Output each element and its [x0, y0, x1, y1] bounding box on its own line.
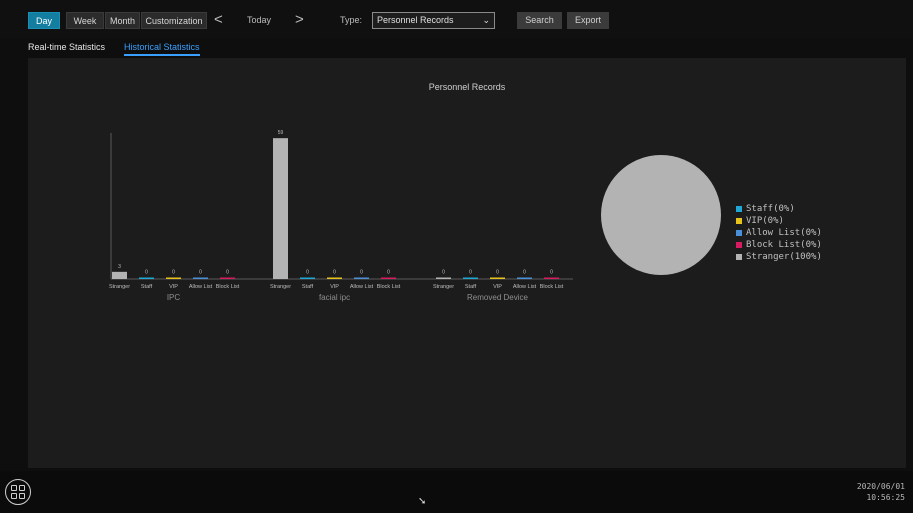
- category-tick-label: Block List: [540, 284, 564, 290]
- group-label: facial ipc: [319, 293, 350, 302]
- category-tick-label: VIP: [493, 284, 502, 290]
- period-month-button[interactable]: Month: [105, 12, 140, 29]
- category-tick-label: Stranger: [109, 284, 130, 290]
- bar[interactable]: [193, 277, 208, 280]
- bar[interactable]: [273, 138, 288, 279]
- legend-label: Allow List(0%): [746, 228, 822, 238]
- category-tick-label: Block List: [216, 284, 240, 290]
- bar-value-label: 0: [469, 270, 472, 276]
- bar-value-label: 0: [226, 270, 229, 276]
- bar[interactable]: [381, 277, 396, 280]
- legend-swatch: [736, 206, 742, 212]
- bar-value-label: 0: [442, 270, 445, 276]
- bar[interactable]: [166, 277, 181, 280]
- category-tick-label: Staff: [302, 284, 314, 290]
- bar[interactable]: [463, 277, 478, 280]
- bar-value-label: 0: [333, 270, 336, 276]
- category-tick-label: Allow List: [513, 284, 537, 290]
- category-tick-label: Allow List: [189, 284, 213, 290]
- period-day-button[interactable]: Day: [28, 12, 60, 29]
- active-tab-underline: [124, 54, 200, 56]
- group-label: Removed Device: [467, 293, 528, 302]
- legend-item[interactable]: Stranger(100%): [736, 251, 822, 263]
- legend-label: Staff(0%): [746, 204, 795, 214]
- bar-value-label: 0: [360, 270, 363, 276]
- taskbar: 2020/06/01 10:56:25: [0, 471, 913, 513]
- bar-value-label: 0: [496, 270, 499, 276]
- legend-swatch: [736, 254, 742, 260]
- pie-legend: Staff(0%) VIP(0%) Allow List(0%) Block List…: [736, 203, 822, 263]
- next-day-icon[interactable]: >: [295, 11, 304, 28]
- category-tick-label: Stranger: [433, 284, 454, 290]
- chart-panel: Personnel Records 3 Stranger 0 Staff 0 VIP 0 Al…: [28, 58, 906, 468]
- clock: 2020/06/01 10:56:25: [857, 481, 905, 503]
- category-tick-label: Block List: [377, 284, 401, 290]
- type-select-value: Personnel Records: [377, 15, 454, 25]
- legend-label: Block List(0%): [746, 240, 822, 250]
- pie-chart: [601, 155, 721, 275]
- bar-value-label: 0: [387, 270, 390, 276]
- bar-value-label: 0: [550, 270, 553, 276]
- tab-historical-statistics[interactable]: Historical Statistics: [124, 40, 200, 56]
- tab-realtime-label: Real-time Statistics: [28, 42, 106, 52]
- period-customization-button[interactable]: Customization: [141, 12, 207, 29]
- category-tick-label: Allow List: [350, 284, 374, 290]
- bar-chart: 3 Stranger 0 Staff 0 VIP 0 Allow List 0 Block Lis…: [109, 130, 573, 302]
- bar[interactable]: [354, 277, 369, 280]
- today-button[interactable]: Today: [247, 12, 271, 29]
- group-label: IPC: [167, 293, 181, 302]
- tab-historical-label: Historical Statistics: [124, 42, 200, 52]
- bar[interactable]: [544, 277, 559, 280]
- period-week-button[interactable]: Week: [66, 12, 104, 29]
- category-tick-label: Staff: [465, 284, 477, 290]
- bar[interactable]: [220, 277, 235, 280]
- search-button[interactable]: Search: [517, 12, 562, 29]
- pie-slice[interactable]: [601, 155, 721, 275]
- legend-swatch: [736, 242, 742, 248]
- prev-day-icon[interactable]: <: [214, 11, 223, 28]
- clock-date: 2020/06/01: [856, 482, 905, 491]
- bar-value-label: 0: [306, 270, 309, 276]
- bar-value-label: 0: [523, 270, 526, 276]
- category-tick-label: Stranger: [270, 284, 291, 290]
- bar-value-label: 0: [145, 270, 148, 276]
- legend-item[interactable]: Block List(0%): [736, 239, 822, 251]
- mouse-pointer-icon: ➘: [418, 496, 427, 507]
- bar[interactable]: [517, 277, 532, 280]
- category-tick-label: VIP: [169, 284, 178, 290]
- legend-label: Stranger(100%): [746, 252, 822, 262]
- main-menu-icon[interactable]: [5, 479, 31, 505]
- clock-time: 10:56:25: [866, 493, 905, 502]
- category-tick-label: Staff: [141, 284, 153, 290]
- legend-item[interactable]: Allow List(0%): [736, 227, 822, 239]
- legend-label: VIP(0%): [746, 216, 784, 226]
- category-tick-label: VIP: [330, 284, 339, 290]
- toolbar: Day Week Month Customization < Today > T…: [0, 0, 913, 38]
- bar[interactable]: [490, 277, 505, 280]
- legend-swatch: [736, 230, 742, 236]
- bar[interactable]: [139, 277, 154, 280]
- tab-realtime-statistics[interactable]: Real-time Statistics: [28, 40, 105, 54]
- bar[interactable]: [300, 277, 315, 280]
- bar[interactable]: [436, 277, 451, 280]
- chevron-down-icon: ⌄: [482, 15, 490, 25]
- legend-swatch: [736, 218, 742, 224]
- legend-item[interactable]: Staff(0%): [736, 203, 822, 215]
- bar-value-label: 3: [118, 264, 121, 270]
- bar-value-label: 0: [172, 270, 175, 276]
- export-button[interactable]: Export: [567, 12, 609, 29]
- type-select[interactable]: Personnel Records ⌄: [372, 12, 495, 29]
- bar[interactable]: [112, 271, 127, 279]
- bar-value-label: 59: [278, 130, 284, 136]
- type-label: Type:: [340, 15, 363, 25]
- legend-item[interactable]: VIP(0%): [736, 215, 822, 227]
- bar[interactable]: [327, 277, 342, 280]
- bar-value-label: 0: [199, 270, 202, 276]
